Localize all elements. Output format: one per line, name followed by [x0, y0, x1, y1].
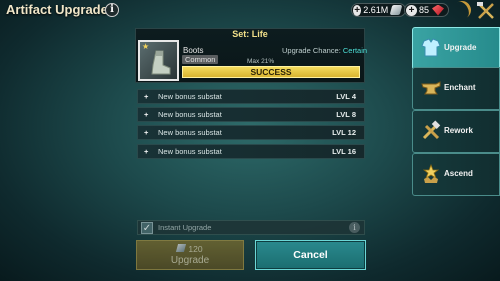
bow-icon[interactable] — [449, 0, 475, 23]
plus-icon: + — [144, 147, 149, 156]
silver-icon — [176, 244, 187, 252]
silver-icon — [389, 5, 403, 15]
substat-row: + New bonus substat LVL 16 — [137, 144, 365, 159]
instant-upgrade-checkbox[interactable]: ✓ — [141, 222, 153, 234]
tab-enchant[interactable]: Enchant — [412, 67, 500, 110]
tab-label: Upgrade — [444, 43, 477, 52]
substat-level: LVL 16 — [332, 147, 356, 156]
substat-label: New bonus substat — [158, 92, 222, 101]
crown-star-icon — [422, 163, 440, 183]
artifact-portrait[interactable]: ★ — [138, 40, 179, 81]
tab-upgrade[interactable]: Upgrade — [412, 27, 500, 70]
silver-counter[interactable]: + 2.61M — [351, 3, 406, 17]
tab-rework[interactable]: Rework — [412, 110, 500, 153]
info-button[interactable]: i — [105, 3, 119, 17]
artifact-name: Boots — [183, 46, 204, 55]
substat-level: LVL 8 — [336, 110, 356, 119]
max-chance-label: Max 21% — [247, 58, 275, 65]
tab-label: Enchant — [444, 83, 476, 92]
upgrade-result-bar: SUCCESS — [182, 66, 360, 78]
silver-amount: 2.61M — [363, 5, 389, 15]
plus-icon: + — [144, 110, 149, 119]
tab-label: Ascend — [444, 169, 473, 178]
substat-row: + New bonus substat LVL 12 — [137, 125, 365, 140]
gem-amount: 85 — [419, 5, 430, 15]
substat-label: New bonus substat — [158, 128, 222, 137]
add-silver-icon[interactable]: + — [353, 4, 362, 16]
cancel-button[interactable]: Cancel — [255, 240, 366, 270]
substat-level: LVL 12 — [332, 128, 356, 137]
upgrade-cost-value: 120 — [188, 244, 203, 254]
upgrade-chance: Upgrade Chance: Certain — [282, 46, 367, 55]
substat-label: New bonus substat — [158, 110, 222, 119]
instant-upgrade-label: Instant Upgrade — [158, 223, 212, 232]
substat-level: LVL 4 — [336, 92, 356, 101]
page-title: Artifact Upgrade — [6, 2, 108, 17]
anvil-icon — [421, 81, 441, 95]
plus-icon: + — [144, 128, 149, 137]
upgrade-button-label: Upgrade — [170, 255, 210, 266]
set-label: Set: Life — [232, 29, 268, 39]
gem-icon — [432, 4, 445, 16]
armor-icon — [421, 38, 441, 57]
tab-label: Rework — [444, 126, 473, 135]
upgrade-chance-label: Upgrade Chance: — [282, 46, 343, 55]
add-gems-icon[interactable]: + — [406, 4, 417, 16]
rarity-badge: Common — [182, 55, 219, 64]
upgrade-button[interactable]: 120 Upgrade — [136, 240, 244, 270]
plus-icon: + — [144, 92, 149, 101]
substat-row: + New bonus substat LVL 4 — [137, 89, 365, 104]
upgrade-cost: 120 — [137, 244, 243, 254]
hammer-wrench-icon — [422, 120, 441, 140]
crossed-tools-icon[interactable] — [476, 2, 496, 20]
upgrade-chance-value: Certain — [342, 46, 368, 55]
substat-label: New bonus substat — [158, 147, 222, 156]
boots-icon — [151, 50, 171, 75]
star-icon: ★ — [142, 42, 150, 51]
tab-ascend[interactable]: Ascend — [412, 153, 500, 196]
info-icon[interactable]: i — [349, 222, 360, 233]
substat-row: + New bonus substat LVL 8 — [137, 107, 365, 122]
top-bar: Artifact Upgrade i + 2.61M + 85 — [0, 0, 500, 23]
instant-upgrade-row: ✓ Instant Upgrade i — [137, 220, 365, 235]
gem-counter[interactable]: + 85 — [404, 3, 449, 17]
